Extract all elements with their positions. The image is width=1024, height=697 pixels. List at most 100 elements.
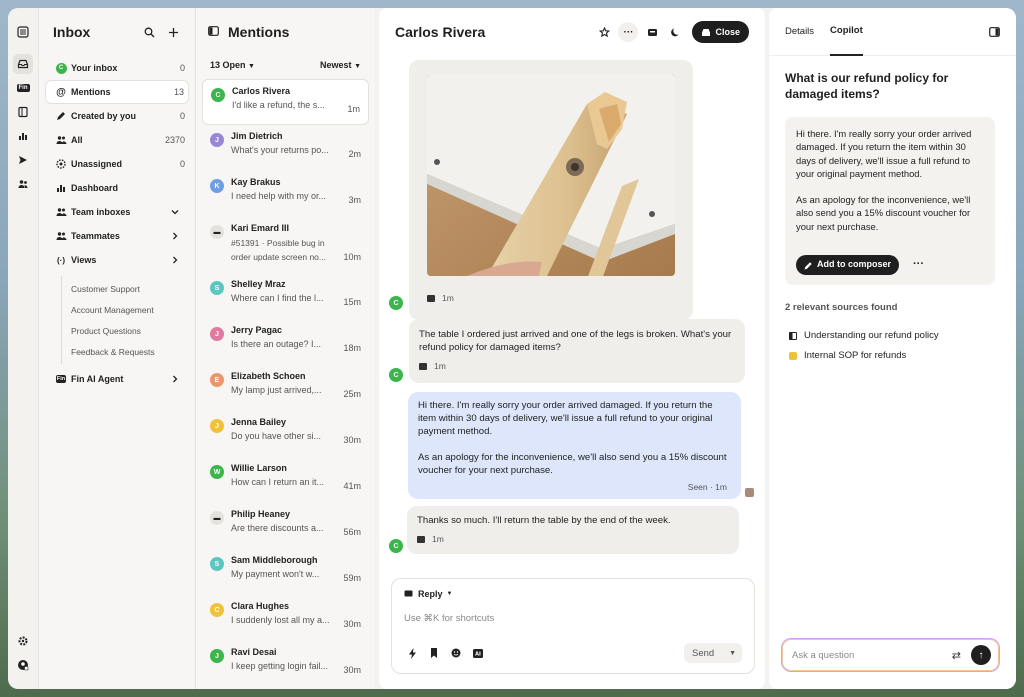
nav-unassigned[interactable]: Unassigned 0 [39, 152, 195, 176]
emoji-icon[interactable] [450, 647, 462, 659]
contacts-icon[interactable] [13, 174, 33, 194]
view-item[interactable]: Customer Support [71, 278, 195, 299]
broken-table-leg-photo[interactable] [427, 74, 675, 276]
conversation-preview: I need help with my or... [231, 191, 327, 201]
avatar: C [210, 603, 224, 617]
account-icon[interactable] [13, 655, 33, 675]
composer-input[interactable]: Use ⌘K for shortcuts [404, 613, 494, 624]
open-filter-label: 13 Open [210, 60, 246, 70]
conversation-item[interactable]: K Kay Brakus I need help with my or... 3m [202, 171, 369, 217]
nav-team-inboxes[interactable]: Team inboxes [39, 200, 195, 224]
conversation-item[interactable]: ▬ Kari Emard III #51391 · Possible bug in o… [202, 217, 369, 273]
nav-count: 0 [179, 159, 185, 169]
more-icon[interactable]: ··· [618, 22, 639, 42]
nav-label: Views [71, 255, 97, 265]
fin-icon[interactable]: Fin [13, 78, 33, 98]
nav-fin-ai-agent[interactable]: Fin Fin AI Agent [39, 367, 195, 391]
book-icon[interactable] [13, 102, 33, 122]
conversation-item[interactable]: S Sam Middleborough My payment won't w... 5… [202, 549, 369, 595]
nav-views[interactable]: (·) Views [39, 248, 195, 272]
customer-message: The table I ordered just arrived and one… [409, 319, 745, 383]
star-icon[interactable] [594, 22, 614, 42]
reply-composer[interactable]: Reply ▼ Use ⌘K for shortcuts AI Send ▼ [391, 578, 755, 674]
agent-reply: Hi there. I'm really sorry your order ar… [408, 392, 741, 499]
conversation-item[interactable]: C Carlos Rivera I'd like a refund, the s..… [202, 79, 369, 125]
tab-copilot[interactable]: Copilot [830, 8, 863, 56]
nav-created-by-you[interactable]: Created by you 0 [39, 104, 195, 128]
bookmark-icon[interactable] [428, 647, 440, 659]
conversation-item[interactable]: E Elizabeth Schoen My lamp just arrived,..… [202, 365, 369, 411]
nav-teammates[interactable]: Teammates [39, 224, 195, 248]
snooze-icon[interactable] [642, 22, 662, 42]
conversation-item[interactable]: J Ravi Desai I keep getting login fail... 3… [202, 641, 369, 687]
open-filter[interactable]: 13 Open ▼ [210, 60, 255, 70]
reply-mode-dropdown[interactable]: Reply ▼ [404, 589, 452, 599]
at-icon: @ [56, 86, 66, 98]
conversation-item[interactable]: S Shelley Mraz Where can I find the l... 15… [202, 273, 369, 319]
conversation-item[interactable]: C Clara Hughes I suddenly lost all my a...… [202, 595, 369, 641]
avatar: S [210, 281, 224, 295]
conversation-title: Carlos Rivera [395, 24, 486, 40]
add-to-composer-button[interactable]: Add to composer [796, 255, 900, 275]
nav-label: Dashboard [71, 183, 119, 193]
views-list: Customer Support Account Management Prod… [61, 276, 195, 364]
conversation-name: Sam Middleborough [231, 555, 318, 565]
fin-label: Fin [16, 84, 30, 92]
sort-filter[interactable]: Newest ▼ [320, 60, 361, 70]
conversation-time: 1m [347, 104, 360, 114]
view-item[interactable]: Account Management [71, 299, 195, 320]
moon-icon[interactable] [666, 22, 686, 42]
chevron-down-icon [169, 206, 181, 218]
inbox-icon[interactable] [13, 54, 33, 74]
sidebar-toggle-icon[interactable] [989, 27, 1000, 40]
reports-icon[interactable] [13, 126, 33, 146]
article-icon [789, 331, 797, 340]
conversation-item[interactable]: J Jim Dietrich What's your returns po... 2m [202, 125, 369, 171]
bolt-icon[interactable] [406, 647, 418, 659]
more-options-icon[interactable]: ··· [913, 258, 924, 271]
nav-label: Created by you [71, 111, 137, 121]
nav-your-inbox[interactable]: C Your inbox 0 [39, 56, 195, 80]
ask-input[interactable]: Ask a question [792, 650, 952, 661]
nav-all[interactable]: All 2370 [39, 128, 195, 152]
avatar: ▬ [210, 225, 224, 239]
conversation-time: 25m [343, 389, 361, 399]
conversation-list: C Carlos Rivera I'd like a refund, the s..… [196, 79, 375, 687]
chevron-right-icon [169, 373, 181, 385]
panel-toggle-icon[interactable] [208, 25, 219, 39]
app-window: Fin Inbox C Your inbox 0 @ Mentions 13 C… [8, 8, 1016, 689]
avatar: J [210, 327, 224, 341]
ask-question-field[interactable]: Ask a question ⇄ ↑ [781, 638, 1000, 672]
conversation-time: 30m [343, 619, 361, 629]
logo-icon[interactable] [13, 22, 33, 42]
preview-line: order update screen no... [231, 252, 326, 262]
settings-icon[interactable] [13, 631, 33, 651]
submit-arrow-icon[interactable]: ↑ [971, 645, 991, 665]
conversation-time: 18m [343, 343, 361, 353]
nav-mentions[interactable]: @ Mentions 13 [45, 80, 189, 104]
view-item[interactable]: Product Questions [71, 320, 195, 341]
avatar: E [210, 373, 224, 387]
nav-dashboard[interactable]: Dashboard [39, 176, 195, 200]
source-item[interactable]: Understanding our refund policy [789, 330, 939, 341]
conversation-time: 30m [343, 665, 361, 675]
avatar: C [389, 368, 403, 382]
tab-details[interactable]: Details [785, 8, 814, 56]
ai-icon[interactable]: AI [472, 647, 484, 659]
conversation-item[interactable]: J Jenna Bailey Do you have other si... 30m [202, 411, 369, 457]
chevron-down-icon[interactable]: ▼ [729, 650, 736, 657]
conversation-item[interactable]: J Jerry Pagac Is there an outage? I... 18m [202, 319, 369, 365]
conversation-item[interactable]: W Willie Larson How can I return an it... 4… [202, 457, 369, 503]
close-button[interactable]: Close [692, 21, 749, 43]
conversation-item[interactable]: ▬ Philip Heaney Are there discounts a... 56… [202, 503, 369, 549]
add-icon[interactable] [165, 24, 181, 40]
app-rail: Fin [8, 8, 38, 689]
send-button[interactable]: Send ▼ [684, 643, 742, 663]
view-item[interactable]: Feedback & Requests [71, 341, 195, 362]
chevron-down-icon: ▼ [446, 591, 453, 597]
source-item[interactable]: Internal SOP for refunds [789, 350, 906, 361]
conversation-preview: #51391 · Possible bug in order update scr… [231, 236, 361, 264]
search-icon[interactable] [141, 24, 157, 40]
settings-sliders-icon[interactable]: ⇄ [952, 649, 961, 662]
outbound-icon[interactable] [13, 150, 33, 170]
